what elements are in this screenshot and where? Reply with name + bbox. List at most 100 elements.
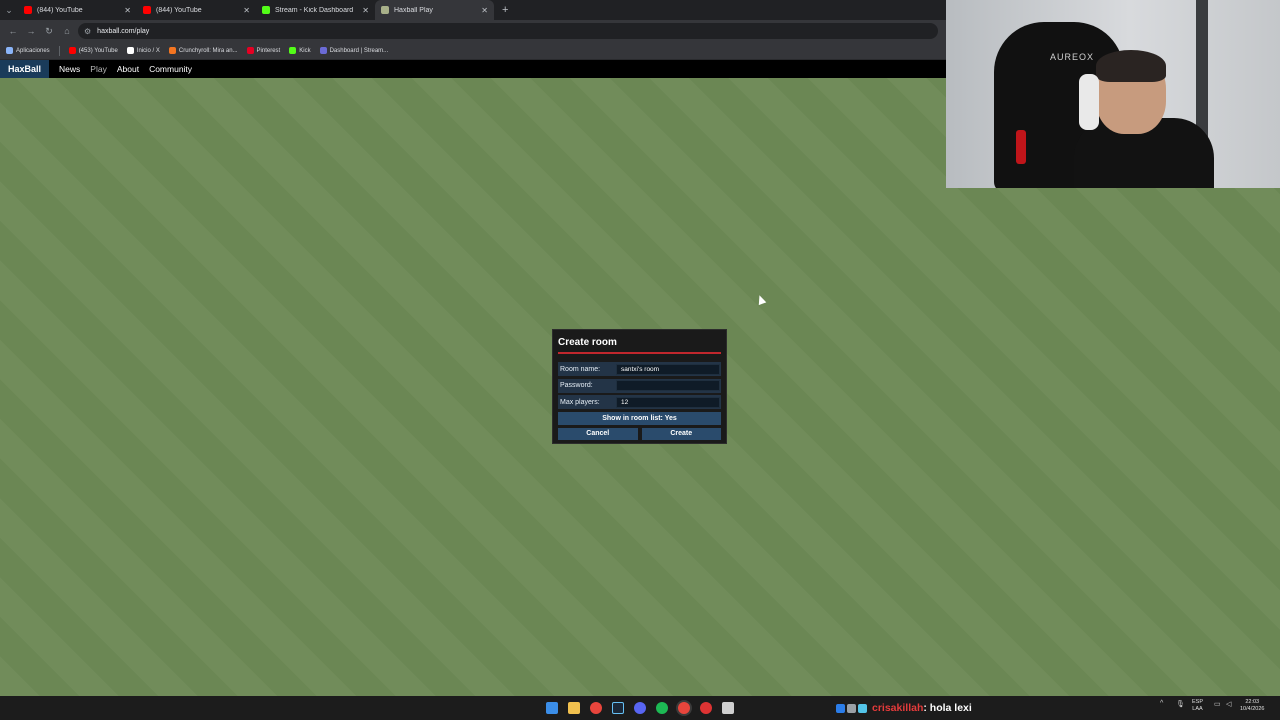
- room-name-label: Room name:: [560, 365, 601, 373]
- site-info-icon[interactable]: ⚙: [84, 27, 91, 36]
- password-label: Password:: [560, 382, 593, 389]
- show-in-room-list-toggle[interactable]: Show in room list: Yes: [558, 411, 721, 425]
- create-room-dialog: Create room Room name: santxi's room Pas…: [552, 329, 727, 444]
- nav-news[interactable]: News: [59, 64, 80, 74]
- windows-start-icon[interactable]: [546, 702, 558, 714]
- youtube-icon: [68, 47, 76, 54]
- bookmark-label: Dashboard | Stream...: [329, 47, 389, 54]
- language-variant: LAA: [1192, 706, 1203, 712]
- bookmark-crunchyroll[interactable]: Crunchyroll: Mira an...: [168, 47, 238, 54]
- badge-icon: [847, 703, 856, 713]
- close-icon[interactable]: ✕: [362, 6, 369, 15]
- microphone-icon[interactable]: 🎙: [1176, 700, 1185, 708]
- tab-youtube-1[interactable]: (844) YouTube ✕: [18, 0, 137, 20]
- url-text: haxball.com/play: [97, 27, 150, 35]
- x-logo-icon: [126, 47, 134, 54]
- chat-message: : hola lexi: [923, 702, 972, 714]
- chair-accent: [1016, 130, 1026, 164]
- dialog-title: Create room: [558, 337, 617, 348]
- password-row: Password:: [558, 378, 721, 393]
- home-icon[interactable]: ⌂: [58, 22, 76, 40]
- bookmark-label: (453) YouTube: [78, 47, 118, 54]
- new-tab-icon[interactable]: +: [502, 0, 508, 20]
- stream-chat-overlay: crisakillah : hola lexi: [836, 701, 972, 715]
- apps-grid-icon: [6, 47, 13, 54]
- bookmark-x[interactable]: Inicio / X: [126, 47, 160, 54]
- bookmark-label: Pinterest: [256, 47, 281, 54]
- bookmark-apps[interactable]: Aplicaciones: [6, 47, 50, 54]
- volume-icon[interactable]: ◁: [1226, 700, 1231, 708]
- password-input[interactable]: [616, 380, 720, 391]
- calculator-icon[interactable]: [722, 702, 734, 714]
- tab-haxball-play[interactable]: Haxball Play ✕: [375, 0, 494, 20]
- youtube-favicon-icon: [143, 6, 151, 14]
- room-name-input[interactable]: santxi's room: [616, 363, 720, 375]
- address-bar[interactable]: ⚙ haxball.com/play: [78, 23, 938, 39]
- forward-arrow-icon[interactable]: →: [22, 22, 40, 40]
- bookmark-label: Inicio / X: [136, 47, 160, 54]
- bookmark-kick[interactable]: Kick: [289, 47, 311, 54]
- headphones-icon: [1079, 74, 1099, 130]
- back-arrow-icon[interactable]: ←: [4, 22, 22, 40]
- tray-chevron-icon[interactable]: ^: [1160, 700, 1163, 707]
- bookmark-label: Kick: [299, 47, 311, 54]
- tab-kick-dashboard[interactable]: Stream - Kick Dashboard ✕: [256, 0, 375, 20]
- webcam-overlay: AUREOX: [946, 0, 1280, 188]
- app-icon[interactable]: [700, 702, 712, 714]
- kick-icon: [289, 47, 297, 54]
- close-icon[interactable]: ✕: [481, 6, 488, 15]
- dialog-title-divider: [558, 352, 721, 354]
- nav-about[interactable]: About: [117, 64, 139, 74]
- cancel-button[interactable]: Cancel: [558, 427, 638, 440]
- badge-icon: [858, 703, 867, 713]
- bookmark-divider: [58, 45, 60, 56]
- haxball-logo[interactable]: HaxBall: [0, 60, 50, 78]
- network-icon[interactable]: ▭: [1214, 700, 1221, 708]
- chrome-active-icon[interactable]: [678, 702, 690, 714]
- tab-label: Stream - Kick Dashboard: [275, 6, 354, 14]
- pinterest-icon: [246, 47, 254, 54]
- clock-date: 10/4/2026: [1240, 706, 1265, 712]
- nav-play[interactable]: Play: [90, 64, 107, 74]
- bookmarks-bar: Aplicaciones (453) YouTube Inicio / X Cr…: [0, 42, 946, 60]
- room-name-row: Room name: santxi's room: [558, 362, 721, 376]
- crunchyroll-icon: [168, 47, 176, 54]
- steam-icon[interactable]: [612, 702, 624, 714]
- bookmark-youtube[interactable]: (453) YouTube: [68, 47, 118, 54]
- bookmark-dashboard[interactable]: Dashboard | Stream...: [319, 47, 389, 54]
- youtube-favicon-icon: [24, 6, 32, 14]
- language-code: ESP: [1192, 699, 1204, 705]
- badge-icon: [836, 703, 845, 713]
- chrome-icon[interactable]: [590, 702, 602, 714]
- file-explorer-icon[interactable]: [568, 702, 580, 714]
- clock-time: 22:03: [1245, 699, 1260, 705]
- chair-brand-logo: AUREOX: [1050, 52, 1095, 62]
- create-button[interactable]: Create: [641, 427, 721, 440]
- tab-label: (844) YouTube: [156, 6, 202, 14]
- browser-toolbar: ← → ↻ ⌂ ⚙ haxball.com/play: [0, 20, 946, 42]
- bookmark-pinterest[interactable]: Pinterest: [246, 47, 281, 54]
- bookmark-label: Crunchyroll: Mira an...: [178, 47, 238, 54]
- haxball-favicon-icon: [381, 6, 389, 14]
- dialog-buttons: Cancel Create: [558, 427, 721, 440]
- close-icon[interactable]: ✕: [124, 6, 131, 15]
- nav-community[interactable]: Community: [149, 64, 192, 74]
- chat-username: crisakillah: [872, 702, 924, 714]
- reload-icon[interactable]: ↻: [40, 22, 58, 40]
- kick-favicon-icon: [262, 6, 270, 14]
- language-indicator[interactable]: ESP LAA: [1192, 699, 1203, 713]
- max-players-input[interactable]: 12: [616, 396, 720, 408]
- tab-youtube-2[interactable]: (844) YouTube ✕: [137, 0, 256, 20]
- haxball-nav: HaxBall News Play About Community: [0, 60, 946, 78]
- system-clock[interactable]: 22:03 10/4/2026: [1240, 699, 1264, 713]
- person-hair: [1096, 50, 1166, 82]
- tab-label: Haxball Play: [394, 6, 433, 14]
- tab-label: (844) YouTube: [37, 6, 83, 14]
- close-icon[interactable]: ✕: [243, 6, 250, 15]
- discord-icon[interactable]: [634, 702, 646, 714]
- bookmark-label: Aplicaciones: [16, 47, 50, 54]
- spotify-icon[interactable]: [656, 702, 668, 714]
- browser-tab-bar: ⌄ (844) YouTube ✕ (844) YouTube ✕ Stream…: [0, 0, 946, 20]
- max-players-row: Max players: 12: [558, 395, 721, 409]
- tab-search-icon[interactable]: ⌄: [0, 0, 18, 20]
